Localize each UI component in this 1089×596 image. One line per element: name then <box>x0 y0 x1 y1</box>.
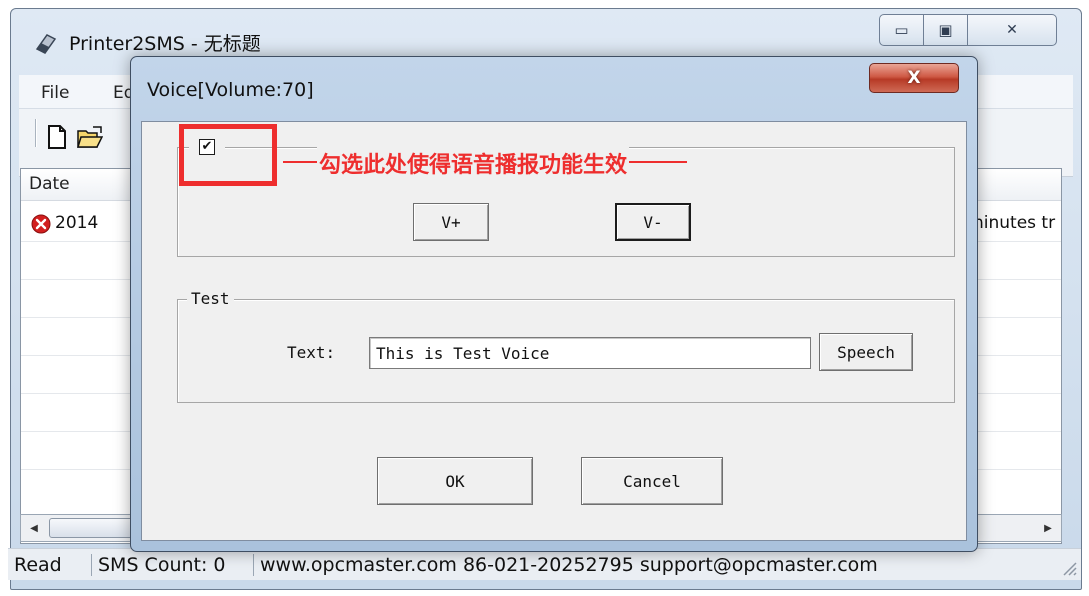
status-sms-count: SMS Count: 0 <box>92 553 254 576</box>
dialog-close-button[interactable]: X <box>869 63 959 93</box>
row-message: ninutes tr <box>973 213 1056 233</box>
status-ready: Read <box>8 553 92 576</box>
row-date: 2014 <box>55 213 99 233</box>
voice-dialog: Voice[Volume:70] X ✔ 勾选此处使得语音播报功能生效 V+ V… <box>130 56 978 552</box>
volume-up-button[interactable]: V+ <box>413 203 489 241</box>
scroll-left-icon[interactable]: ◀ <box>23 517 45 539</box>
status-bar: Read SMS Count: 0 www.opcmaster.com 86-0… <box>8 548 1081 580</box>
cancel-button[interactable]: Cancel <box>581 457 723 505</box>
new-file-icon[interactable] <box>47 125 67 149</box>
ok-button[interactable]: OK <box>377 457 533 505</box>
resize-grip-icon[interactable] <box>1061 560 1077 576</box>
column-header-date[interactable]: Date <box>29 174 70 194</box>
menu-file[interactable]: File <box>41 83 69 103</box>
maximize-button[interactable]: ▣ <box>923 14 968 46</box>
eraser-app-icon <box>35 34 57 54</box>
toolbar-separator <box>35 119 37 147</box>
scroll-right-icon[interactable]: ▶ <box>1037 517 1059 539</box>
minimize-icon: ▭ <box>894 21 909 39</box>
main-window-title: Printer2SMS - 无标题 <box>69 33 261 55</box>
test-group-legend: Test <box>187 289 234 308</box>
dialog-title: Voice[Volume:70] <box>147 79 314 101</box>
main-close-button[interactable]: ✕ <box>967 14 1057 46</box>
open-folder-icon[interactable] <box>77 125 103 149</box>
volume-down-button[interactable]: V- <box>615 203 691 241</box>
close-icon: X <box>907 68 921 88</box>
text-field-label: Text: <box>287 343 336 362</box>
minimize-button[interactable]: ▭ <box>879 14 924 46</box>
annotation-highlight-box <box>179 124 277 186</box>
maximize-icon: ▣ <box>938 21 953 39</box>
close-icon: ✕ <box>1006 22 1018 38</box>
error-icon <box>31 214 51 234</box>
test-text-input[interactable] <box>369 337 811 369</box>
status-contact: www.opcmaster.com 86-021-20252795 suppor… <box>260 553 878 576</box>
annotation-text: 勾选此处使得语音播报功能生效 <box>317 147 630 179</box>
scroll-thumb[interactable] <box>49 518 139 538</box>
speech-button[interactable]: Speech <box>819 333 913 371</box>
